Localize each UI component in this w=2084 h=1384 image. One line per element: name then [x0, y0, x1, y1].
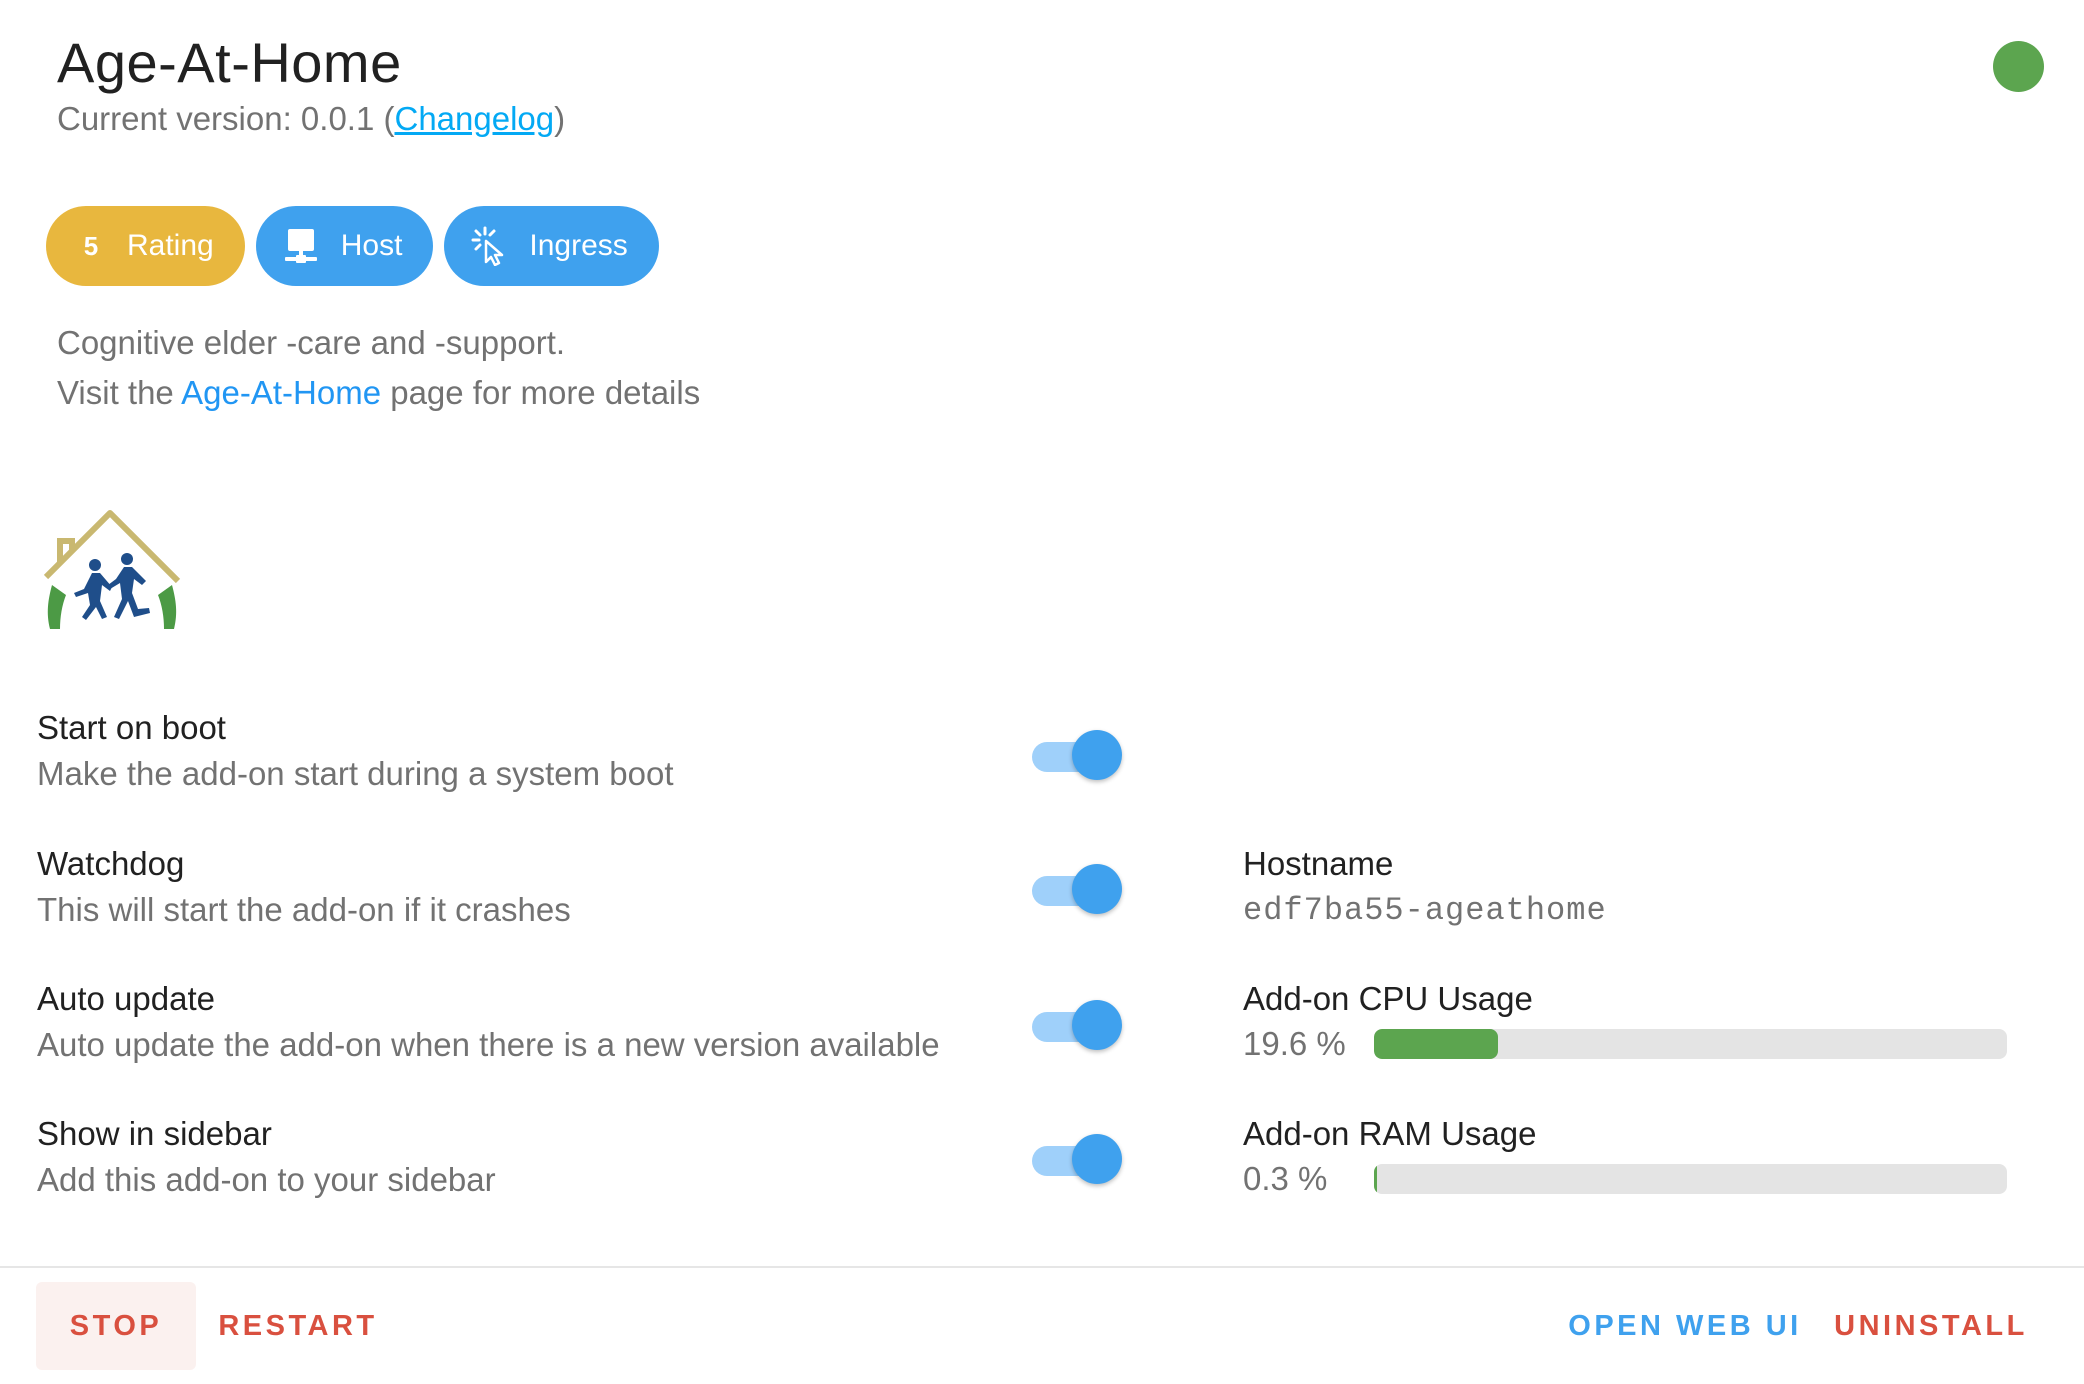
network-host-icon [283, 228, 319, 264]
changelog-link[interactable]: Changelog [394, 100, 554, 137]
ram-usage-bar-fill [1374, 1164, 1377, 1194]
open-web-ui-button[interactable]: OPEN WEB UI [1560, 1282, 1810, 1370]
option-description: Add this add-on to your sidebar [37, 1161, 496, 1198]
cpu-usage-label: Add-on CPU Usage [1243, 980, 1533, 1017]
version-suffix: ) [554, 100, 566, 137]
hostname-info: Hostname edf7ba55-ageathome [1243, 842, 1607, 936]
cursor-click-icon [471, 226, 507, 266]
ram-usage-info: Add-on RAM Usage 0.3 % [1243, 1112, 2007, 1198]
toggle-thumb [1072, 864, 1122, 914]
age-at-home-logo [38, 505, 186, 637]
show-in-sidebar-option: Show in sidebar Add this add-on to your … [37, 1112, 496, 1204]
ingress-chip-label: Ingress [529, 229, 628, 262]
ram-usage-label: Add-on RAM Usage [1243, 1115, 1537, 1152]
cpu-usage-value: 19.6 % [1243, 1025, 1346, 1062]
option-title: Start on boot [37, 709, 226, 746]
toggle-thumb [1072, 1000, 1122, 1050]
option-description: Auto update the add-on when there is a n… [37, 1026, 940, 1063]
hostname-value: edf7ba55-ageathome [1243, 892, 1607, 929]
ram-usage-bar [1374, 1164, 2007, 1194]
watchdog-toggle[interactable] [1032, 862, 1124, 916]
option-title: Show in sidebar [37, 1115, 272, 1152]
toggle-thumb [1072, 730, 1122, 780]
cpu-usage-bar [1374, 1029, 2007, 1059]
rating-value: 5 [83, 230, 99, 261]
addon-description: Cognitive elder -care and -support. Visi… [57, 318, 700, 418]
rating-chip[interactable]: 5 Rating [46, 206, 245, 286]
start-on-boot-option: Start on boot Make the add-on start duri… [37, 706, 674, 798]
cpu-usage-info: Add-on CPU Usage 19.6 % [1243, 977, 2007, 1063]
restart-button[interactable]: RESTART [210, 1282, 386, 1370]
option-title: Watchdog [37, 845, 185, 882]
running-status-indicator [1993, 41, 2044, 92]
auto-update-option: Auto update Auto update the add-on when … [37, 977, 940, 1069]
addon-version: Current version: 0.0.1 (Changelog) [57, 100, 565, 138]
cpu-usage-bar-fill [1374, 1029, 1499, 1059]
option-description: Make the add-on start during a system bo… [37, 755, 674, 792]
host-chip[interactable]: Host [255, 206, 434, 286]
watchdog-option: Watchdog This will start the add-on if i… [37, 842, 571, 934]
ingress-chip[interactable]: Ingress [444, 206, 659, 286]
rating-chip-label: Rating [127, 229, 214, 262]
toggle-thumb [1072, 1134, 1122, 1184]
hostname-label: Hostname [1243, 845, 1394, 882]
addon-capability-chips: 5 Rating Host Ingress [46, 206, 659, 286]
option-title: Auto update [37, 980, 215, 1017]
addon-page-link[interactable]: Age-At-Home [181, 374, 381, 411]
description-line: Cognitive elder -care and -support. [57, 324, 566, 361]
start-on-boot-toggle[interactable] [1032, 728, 1124, 782]
show-in-sidebar-toggle[interactable] [1032, 1132, 1124, 1186]
description-prefix: Visit the [57, 374, 182, 411]
ram-usage-value: 0.3 % [1243, 1160, 1328, 1197]
host-chip-label: Host [340, 229, 403, 262]
card-actions-divider [0, 1266, 2084, 1268]
option-description: This will start the add-on if it crashes [37, 891, 571, 928]
stop-button[interactable]: STOP [36, 1282, 196, 1370]
uninstall-button[interactable]: UNINSTALL [1826, 1282, 2036, 1370]
description-suffix: page for more details [381, 374, 701, 411]
version-text: Current version: 0.0.1 ( [57, 100, 395, 137]
description-link-line: Visit the Age-At-Home page for more deta… [57, 368, 700, 418]
addon-title: Age-At-Home [57, 31, 402, 94]
auto-update-toggle[interactable] [1032, 998, 1124, 1052]
